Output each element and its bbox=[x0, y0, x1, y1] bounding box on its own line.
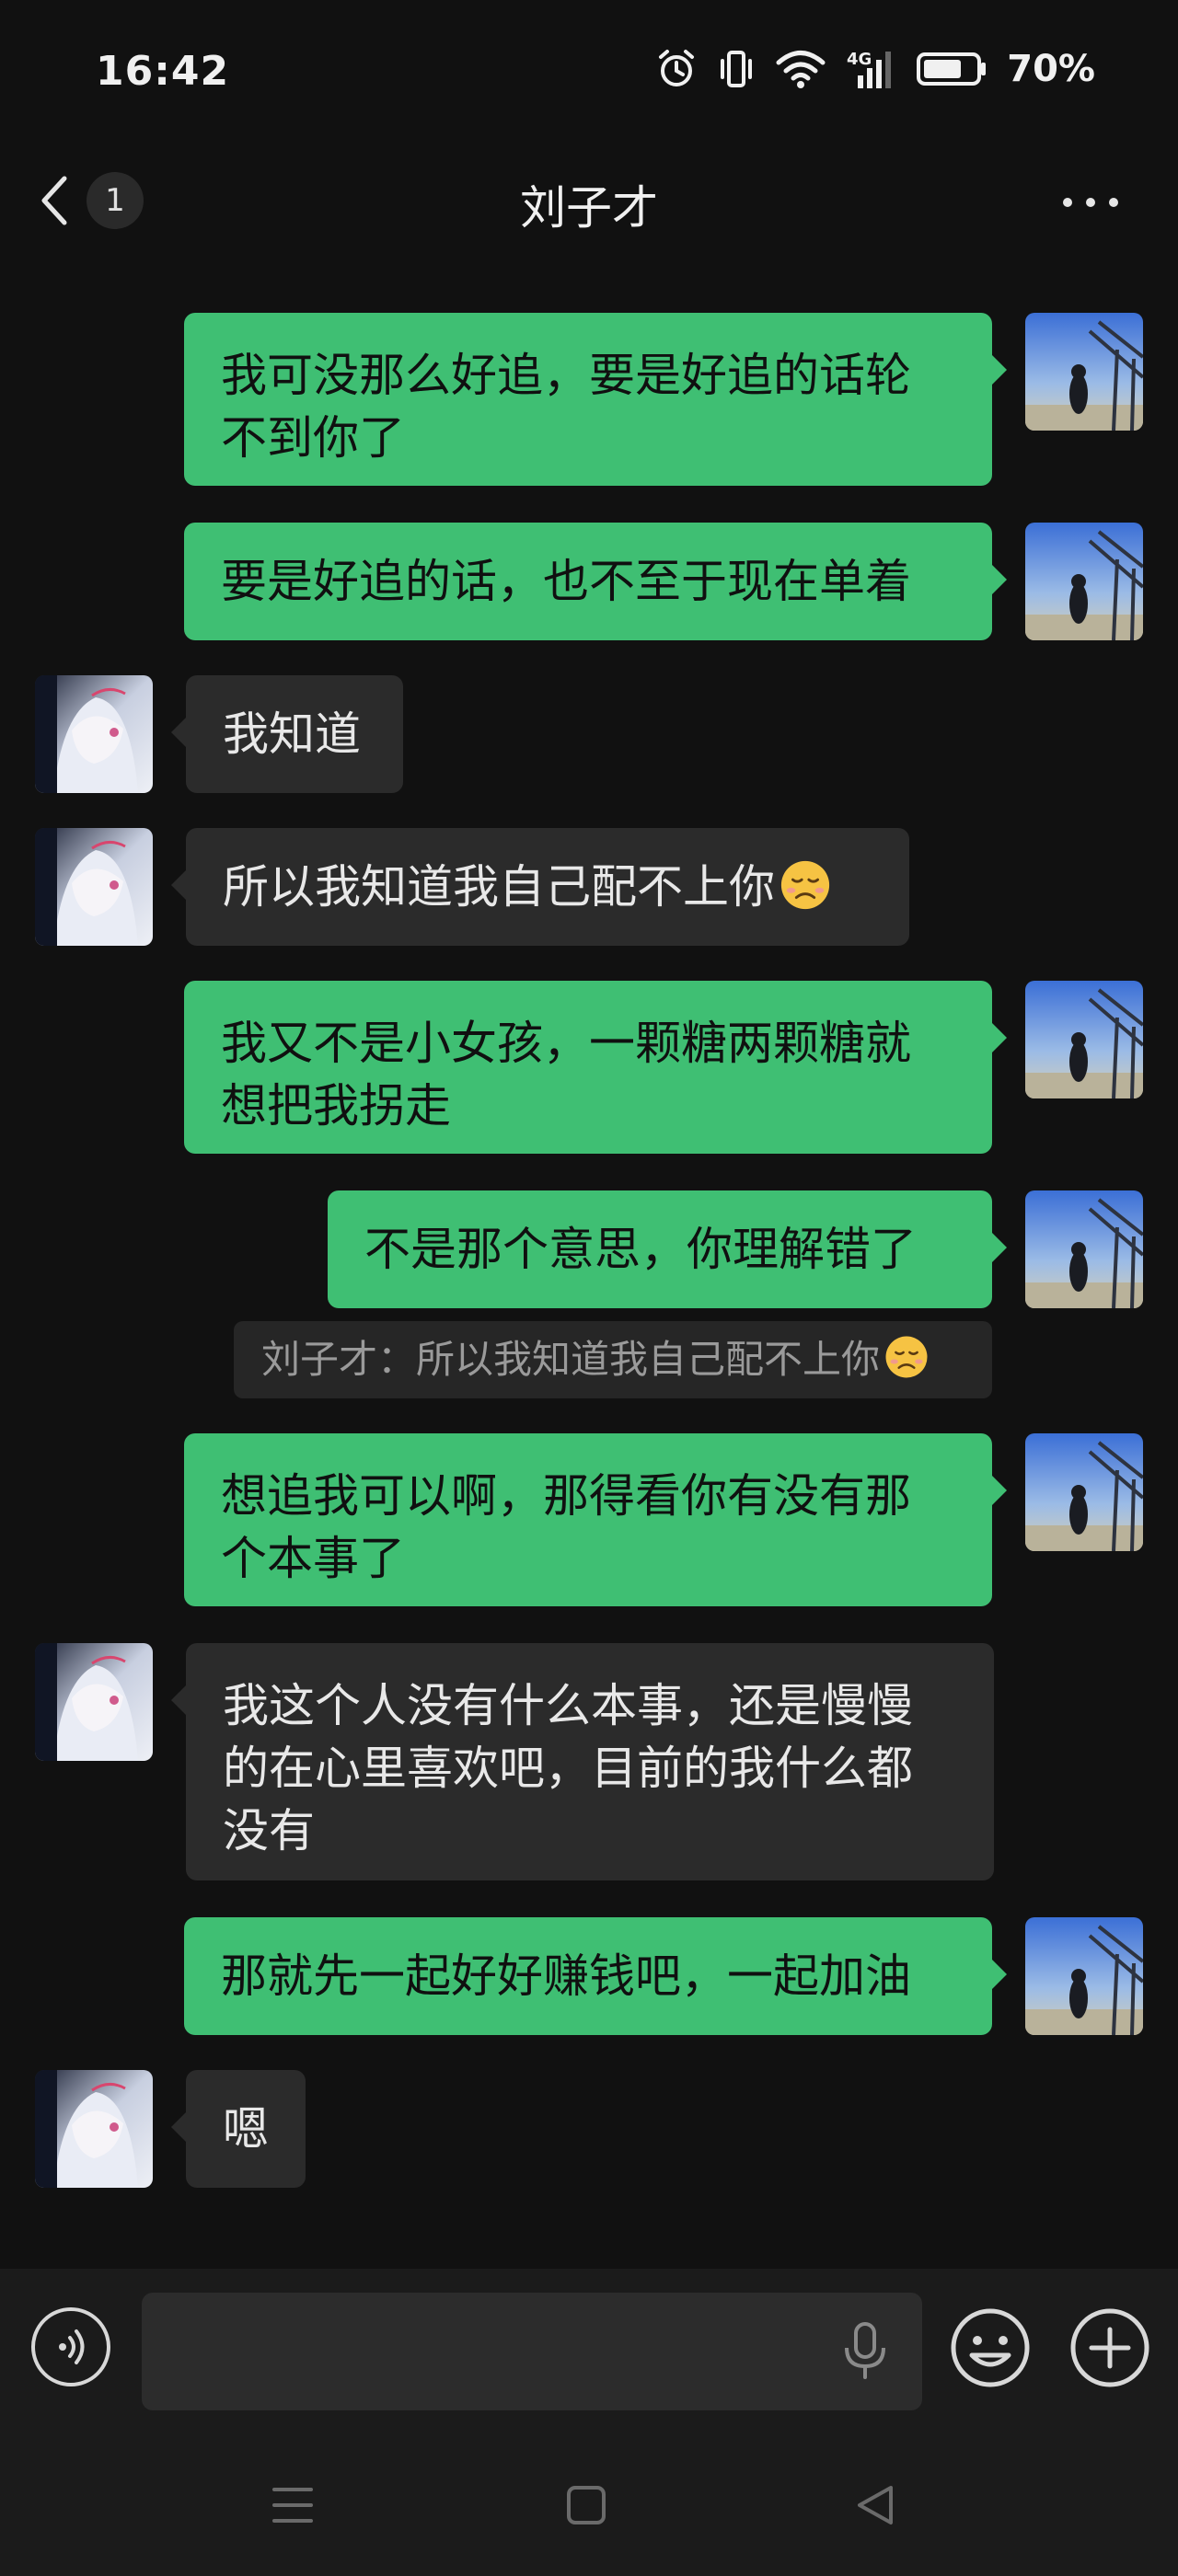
message-bubble-outgoing[interactable]: 我又不是小女孩，一颗糖两颗糖就想把我拐走 bbox=[184, 981, 1007, 1154]
message-text: 所以我知道我自己配不上你 bbox=[223, 860, 775, 914]
voice-wave-icon bbox=[59, 2329, 85, 2364]
vibrate-icon bbox=[721, 51, 753, 87]
message-bubble-incoming[interactable]: 我知道 bbox=[171, 675, 403, 793]
message-text: 嗯 bbox=[223, 2102, 269, 2156]
message-bubble-incoming[interactable]: 我这个人没有什么本事，还是慢慢的在心里喜欢吧，目前的我什么都没有 bbox=[171, 1643, 994, 1880]
my-avatar[interactable] bbox=[1025, 1190, 1143, 1308]
chat-header: 1 刘子才 bbox=[0, 138, 1178, 267]
quoted-text: 刘子才：所以我知道我自己配不上你 bbox=[261, 1337, 881, 1382]
sad-face-emoji-icon bbox=[779, 858, 832, 912]
battery-icon bbox=[917, 52, 987, 86]
message-text: 那就先一起好好赚钱吧，一起加油 bbox=[221, 1949, 911, 2003]
message-text: 不是那个意思，你理解错了 bbox=[364, 1223, 917, 1276]
message-text: 我知道 bbox=[223, 707, 361, 761]
my-avatar[interactable] bbox=[1025, 1433, 1143, 1551]
wifi-icon bbox=[776, 51, 826, 88]
signal-icon: 4G bbox=[847, 50, 892, 88]
message-bubble-incoming[interactable]: 所以我知道我自己配不上你 bbox=[171, 828, 909, 946]
message-input[interactable] bbox=[142, 2293, 922, 2410]
message-text: 想追我可以啊，那得看你有没有那个本事了 bbox=[221, 1469, 911, 1585]
contact-avatar[interactable] bbox=[35, 675, 153, 793]
battery-percent: 70% bbox=[1007, 48, 1095, 90]
message-bubble-outgoing[interactable]: 我可没那么好追，要是好追的话轮不到你了 bbox=[184, 313, 1007, 486]
alarm-icon bbox=[659, 50, 695, 86]
message-bubble-outgoing[interactable]: 不是那个意思，你理解错了 bbox=[328, 1190, 1007, 1308]
message-bubble-outgoing[interactable]: 要是好追的话，也不至于现在单着 bbox=[184, 523, 1007, 640]
system-navigation-bar bbox=[0, 2434, 1178, 2576]
status-time: 16:42 bbox=[96, 48, 230, 95]
network-type-label: 4G bbox=[847, 50, 872, 69]
message-bubble-incoming[interactable]: 嗯 bbox=[171, 2070, 306, 2188]
my-avatar[interactable] bbox=[1025, 1917, 1143, 2035]
message-input-bar bbox=[0, 2269, 1178, 2434]
status-bar: 16:42 4G 70% bbox=[0, 0, 1178, 138]
more-dots-icon bbox=[1063, 198, 1118, 207]
my-avatar[interactable] bbox=[1025, 981, 1143, 1098]
message-text: 我又不是小女孩，一颗糖两颗糖就想把我拐走 bbox=[221, 1017, 911, 1133]
back-triangle-icon[interactable] bbox=[854, 2484, 896, 2526]
contact-avatar[interactable] bbox=[35, 1643, 153, 1761]
message-bubble-outgoing[interactable]: 那就先一起好好赚钱吧，一起加油 bbox=[184, 1917, 1007, 2035]
emoji-button-icon[interactable] bbox=[948, 2306, 1033, 2390]
my-avatar[interactable] bbox=[1025, 523, 1143, 640]
my-avatar[interactable] bbox=[1025, 313, 1143, 431]
plus-button-icon[interactable] bbox=[1068, 2306, 1152, 2390]
message-text: 我可没那么好追，要是好追的话轮不到你了 bbox=[221, 349, 911, 465]
contact-avatar[interactable] bbox=[35, 828, 153, 946]
message-text: 我这个人没有什么本事，还是慢慢的在心里喜欢吧，目前的我什么都没有 bbox=[223, 1679, 913, 1857]
message-text: 要是好追的话，也不至于现在单着 bbox=[221, 555, 911, 608]
home-icon[interactable] bbox=[565, 2484, 607, 2526]
more-options-button[interactable] bbox=[1058, 175, 1123, 230]
contact-avatar[interactable] bbox=[35, 2070, 153, 2188]
chat-title: 刘子才 bbox=[520, 181, 658, 235]
microphone-icon[interactable] bbox=[837, 2320, 893, 2381]
message-bubble-outgoing[interactable]: 想追我可以啊，那得看你有没有那个本事了 bbox=[184, 1433, 1007, 1606]
menu-icon[interactable] bbox=[271, 2484, 315, 2526]
voice-mode-button[interactable] bbox=[31, 2307, 110, 2386]
sad-face-emoji-icon bbox=[884, 1334, 930, 1380]
quoted-message[interactable]: 刘子才：所以我知道我自己配不上你 bbox=[234, 1321, 992, 1398]
status-icons: 4G 70% bbox=[655, 48, 1095, 90]
